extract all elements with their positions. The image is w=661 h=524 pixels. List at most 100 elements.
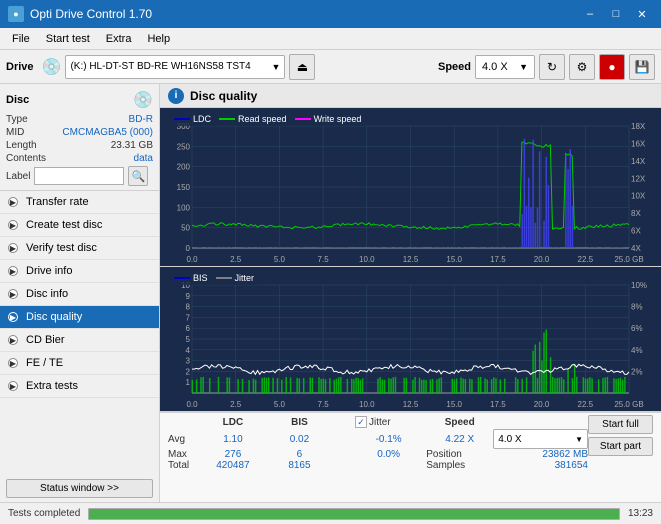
content-area: i Disc quality LDC Read speed Write spee… <box>160 84 661 502</box>
legend-read: Read speed <box>238 114 287 124</box>
settings-button[interactable]: ⚙ <box>569 54 595 80</box>
svg-text:12.5: 12.5 <box>403 255 419 264</box>
speed-value: 4.0 X <box>482 61 508 73</box>
svg-text:17.5: 17.5 <box>490 255 506 264</box>
svg-text:18X: 18X <box>631 122 646 131</box>
max-jitter: 0.0% <box>351 449 426 460</box>
sidebar-item-create-test-disc[interactable]: ▶ Create test disc <box>0 214 159 237</box>
menu-file[interactable]: File <box>4 28 38 50</box>
svg-text:10X: 10X <box>631 192 646 201</box>
status-bar: Tests completed 13:23 <box>0 502 661 524</box>
mid-value: CMCMAGBA5 (000) <box>62 127 153 138</box>
legend-write: Write speed <box>314 114 362 124</box>
svg-text:10.0: 10.0 <box>359 255 375 264</box>
nav-label-disc-quality: Disc quality <box>26 311 82 323</box>
eject-button[interactable]: ⏏ <box>289 54 315 80</box>
charts-area: LDC Read speed Write speed 0501001502002… <box>160 108 661 412</box>
save-button[interactable]: 💾 <box>629 54 655 80</box>
length-value: 23.31 GB <box>111 140 153 151</box>
stats-header-ldc: LDC <box>198 415 268 429</box>
stats-header-speed: Speed <box>426 415 493 429</box>
length-label: Length <box>6 140 37 151</box>
stats-table: LDC BIS ✓ Jitter Speed Avg <box>168 415 588 471</box>
minimize-button[interactable]: – <box>579 5 601 23</box>
sidebar-item-disc-quality[interactable]: ▶ Disc quality <box>0 306 159 329</box>
toolbar: Drive 💿 (K:) HL-DT-ST BD-RE WH16NS58 TST… <box>0 50 661 84</box>
type-label: Type <box>6 114 28 125</box>
sidebar-item-extra-tests[interactable]: ▶ Extra tests <box>0 375 159 398</box>
nav-label-create-test-disc: Create test disc <box>26 219 102 231</box>
svg-text:7: 7 <box>186 314 191 323</box>
svg-text:4: 4 <box>186 346 191 355</box>
avg-ldc: 1.10 <box>198 429 268 449</box>
svg-text:20.0: 20.0 <box>534 400 550 409</box>
status-window-button[interactable]: Status window >> <box>6 479 153 498</box>
svg-text:6%: 6% <box>631 324 643 333</box>
legend-bis: BIS <box>193 273 208 283</box>
svg-text:9: 9 <box>186 292 191 301</box>
nav-label-cd-bier: CD Bier <box>26 334 65 346</box>
svg-text:5.0: 5.0 <box>274 400 286 409</box>
drive-dropdown[interactable]: (K:) HL-DT-ST BD-RE WH16NS58 TST4 ▼ <box>65 55 285 79</box>
sidebar-item-cd-bier[interactable]: ▶ CD Bier <box>0 329 159 352</box>
sidebar-item-transfer-rate[interactable]: ▶ Transfer rate <box>0 191 159 214</box>
status-time: 13:23 <box>628 508 653 519</box>
chevron-down-icon: ▼ <box>272 62 281 72</box>
menu-bar: File Start test Extra Help <box>0 28 661 50</box>
nav-label-fe-te: FE / TE <box>26 357 63 369</box>
nav-arrow-create-test-disc: ▶ <box>8 220 18 230</box>
max-ldc: 276 <box>198 449 268 460</box>
svg-text:2.5: 2.5 <box>230 255 242 264</box>
label-browse-button[interactable]: 🔍 <box>128 166 148 186</box>
menu-help[interactable]: Help <box>139 28 178 50</box>
maximize-button[interactable]: □ <box>605 5 627 23</box>
jitter-label: Jitter <box>369 417 391 428</box>
total-label: Total <box>168 460 198 471</box>
svg-text:1: 1 <box>186 378 191 387</box>
nav-label-drive-info: Drive info <box>26 265 72 277</box>
close-button[interactable]: ✕ <box>631 5 653 23</box>
chart2-legend: BIS Jitter <box>170 271 258 285</box>
svg-text:0: 0 <box>186 244 191 253</box>
sidebar-item-fe-te[interactable]: ▶ FE / TE <box>0 352 159 375</box>
contents-label: Contents <box>6 153 46 164</box>
start-part-button[interactable]: Start part <box>588 437 653 456</box>
sidebar-item-disc-info[interactable]: ▶ Disc info <box>0 283 159 306</box>
svg-text:150: 150 <box>177 183 191 192</box>
svg-text:14X: 14X <box>631 157 646 166</box>
speed-label: Speed <box>438 61 471 73</box>
mid-label: MID <box>6 127 24 138</box>
nav-arrow-extra-tests: ▶ <box>8 381 18 391</box>
refresh-button[interactable]: ↻ <box>539 54 565 80</box>
svg-text:2: 2 <box>186 368 191 377</box>
speed-dropdown2[interactable]: 4.0 X ▼ <box>493 429 588 449</box>
disc-section: Disc 💿 Type BD-R MID CMCMAGBA5 (000) Len… <box>0 84 159 191</box>
menu-extra[interactable]: Extra <box>98 28 140 50</box>
burn-button[interactable]: ● <box>599 54 625 80</box>
chevron-down-icon3: ▼ <box>575 435 583 444</box>
menu-start-test[interactable]: Start test <box>38 28 98 50</box>
speed-dropdown[interactable]: 4.0 X ▼ <box>475 55 535 79</box>
drive-label: Drive <box>6 61 34 73</box>
label-input[interactable] <box>34 167 124 185</box>
jitter-checkbox-cell[interactable]: ✓ Jitter <box>351 415 426 429</box>
app-icon: ● <box>8 6 24 22</box>
total-bis: 8165 <box>268 460 331 471</box>
chevron-down-icon2: ▼ <box>519 62 528 72</box>
svg-text:22.5: 22.5 <box>578 255 594 264</box>
svg-text:8X: 8X <box>631 209 641 218</box>
jitter-checkbox[interactable]: ✓ <box>355 416 367 428</box>
sidebar-item-verify-test-disc[interactable]: ▶ Verify test disc <box>0 237 159 260</box>
svg-text:5.0: 5.0 <box>274 255 286 264</box>
svg-text:25.0 GB: 25.0 GB <box>614 400 643 409</box>
svg-text:2.5: 2.5 <box>230 400 242 409</box>
svg-text:7.5: 7.5 <box>318 255 330 264</box>
samples-label: Samples <box>426 460 493 471</box>
drive-icon: 💿 <box>42 57 62 77</box>
svg-text:12.5: 12.5 <box>403 400 419 409</box>
nav-label-disc-info: Disc info <box>26 288 68 300</box>
svg-text:17.5: 17.5 <box>490 400 506 409</box>
start-full-button[interactable]: Start full <box>588 415 653 434</box>
sidebar-item-drive-info[interactable]: ▶ Drive info <box>0 260 159 283</box>
stats-row: LDC BIS ✓ Jitter Speed Avg <box>160 412 661 502</box>
